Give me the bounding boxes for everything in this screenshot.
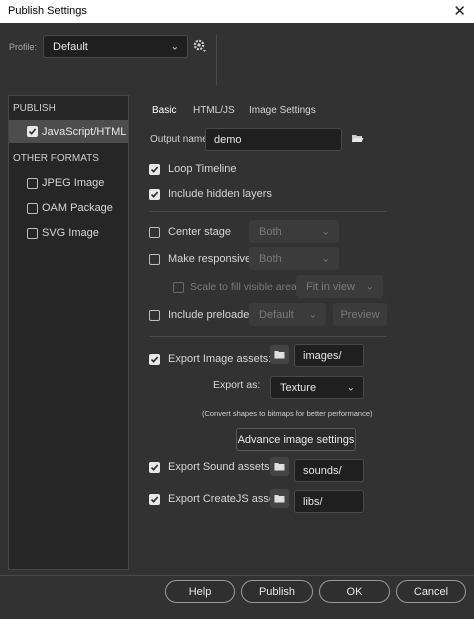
cancel-button[interactable]: Cancel [396,580,466,603]
gear-icon[interactable] [193,39,207,53]
include-hidden-layers-checkbox[interactable] [149,189,160,200]
javascript-html-checkbox[interactable] [27,126,38,137]
loop-timeline-label: Loop Timeline [168,163,237,175]
tab-image-settings[interactable]: Image Settings [249,105,316,116]
oam-package-checkbox[interactable] [27,203,38,214]
check-icon [28,128,37,135]
title-bar: Publish Settings ✕ [0,0,474,23]
image-path-input[interactable]: images/ [294,344,364,367]
sidebar-item-jpeg-image[interactable]: JPEG Image [42,177,104,189]
export-as-label: Export as: [213,379,261,391]
advance-image-settings-button[interactable]: Advance image settings [236,428,356,451]
include-hidden-layers-label: Include hidden layers [168,188,272,200]
center-stage-dropdown[interactable]: Both ⌄ [249,220,339,243]
javascript-html-label: JavaScript/HTML [42,126,127,138]
folder-icon [274,463,285,471]
export-createjs-assets-label: Export CreateJS assets: [168,493,287,505]
export-as-value: Texture [280,381,317,394]
close-icon[interactable]: ✕ [453,2,466,20]
chevron-down-icon: ⌄ [346,382,355,393]
check-icon [150,496,159,503]
export-sound-assets-label: Export Sound assets: [168,461,273,473]
chevron-down-icon: ⌄ [321,226,330,237]
scale-to-fill-checkbox[interactable] [173,282,184,293]
preloader-value: Default [259,308,294,321]
chevron-down-icon: ⌄ [365,281,374,292]
folder-icon[interactable] [351,133,364,147]
make-responsive-checkbox[interactable] [149,254,160,265]
chevron-down-icon: ⌄ [321,253,330,264]
include-preloader-checkbox[interactable] [149,310,160,321]
tab-html-js[interactable]: HTML/JS [193,105,235,116]
sound-folder-button[interactable] [270,457,289,476]
check-icon [150,191,159,198]
scale-mode-value: Fit in view [306,280,355,293]
convert-shapes-note: (Convert shapes to bitmaps for better pe… [202,409,373,418]
output-name-input[interactable]: demo [205,128,342,151]
make-responsive-value: Both [259,252,282,265]
check-icon [150,464,159,471]
sidebar-item-svg-image[interactable]: SVG Image [42,227,99,239]
profile-dropdown[interactable]: Default ⌄ [43,35,188,58]
sidebar-item-oam-package[interactable]: OAM Package [42,202,113,214]
export-image-assets-checkbox[interactable] [149,354,160,365]
sound-path-input[interactable]: sounds/ [294,459,364,482]
chevron-down-icon: ⌄ [308,309,317,320]
check-icon [150,166,159,173]
format-sidebar [8,95,129,570]
tab-basic[interactable]: Basic [152,105,176,116]
svg-image-checkbox[interactable] [27,228,38,239]
footer-divider [0,575,474,576]
image-folder-button[interactable] [270,345,289,364]
center-stage-label: Center stage [168,226,231,238]
publish-header: PUBLISH [13,103,56,114]
export-image-assets-label: Export Image assets: [168,353,272,365]
loop-timeline-checkbox[interactable] [149,164,160,175]
export-as-dropdown[interactable]: Texture ⌄ [270,376,364,399]
center-stage-checkbox[interactable] [149,227,160,238]
profile-divider [216,35,217,85]
scale-mode-dropdown[interactable]: Fit in view ⌄ [296,275,383,298]
profile-value: Default [53,40,88,53]
other-formats-header: OTHER FORMATS [13,153,99,164]
ok-button[interactable]: OK [319,580,390,603]
profile-label: Profile: [9,42,38,52]
divider [149,336,387,337]
make-responsive-label: Make responsive [168,253,252,265]
folder-icon [274,495,285,503]
window-title: Publish Settings [8,5,87,17]
folder-icon [274,351,285,359]
center-stage-value: Both [259,225,282,238]
check-icon [150,356,159,363]
export-createjs-assets-checkbox[interactable] [149,494,160,505]
divider [149,211,387,212]
createjs-path-input[interactable]: libs/ [294,490,364,513]
export-sound-assets-checkbox[interactable] [149,462,160,473]
output-name-label: Output name: [150,134,211,145]
preloader-dropdown[interactable]: Default ⌄ [249,303,326,326]
help-button[interactable]: Help [165,580,235,603]
include-preloader-label: Include preloader [168,309,254,321]
preview-button[interactable]: Preview [333,303,387,326]
publish-button[interactable]: Publish [241,580,313,603]
chevron-down-icon: ⌄ [170,41,179,52]
createjs-folder-button[interactable] [270,489,289,508]
make-responsive-dropdown[interactable]: Both ⌄ [249,247,339,270]
scale-to-fill-label: Scale to fill visible area [190,281,297,293]
jpeg-image-checkbox[interactable] [27,178,38,189]
